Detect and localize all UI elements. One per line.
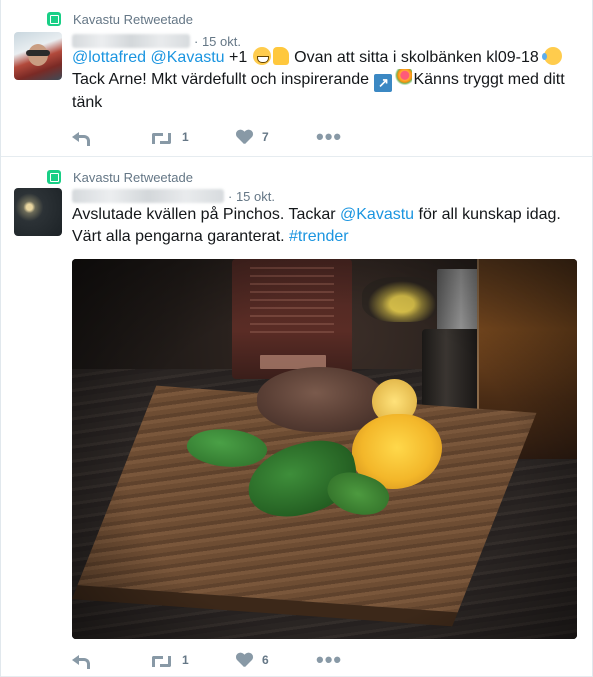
avatar-sunglasses: [26, 50, 50, 56]
more-dots-icon[interactable]: •••: [316, 649, 342, 671]
tweet-text: Avslutade kvällen på Pinchos. Tackar @Ka…: [72, 204, 582, 248]
like-count[interactable]: 6: [262, 653, 270, 667]
heart-icon[interactable]: [236, 653, 252, 667]
tweet-text-part: +1: [224, 49, 252, 66]
like-count[interactable]: 7: [262, 130, 270, 144]
mention-link[interactable]: @lottafred: [72, 49, 146, 66]
tweet[interactable]: Kavastu Retweetade · 15 okt. @lottafred …: [1, 0, 592, 157]
more-dots-icon[interactable]: •••: [316, 126, 342, 148]
reply-icon[interactable]: [72, 130, 90, 146]
bouquet-emoji-icon: [394, 69, 413, 87]
tweet-timeline: Kavastu Retweetade · 15 okt. @lottafred …: [0, 0, 593, 677]
retweet-badge-icon: [47, 170, 61, 184]
tweet-actions: 1 7 •••: [72, 126, 342, 148]
retweet-icon[interactable]: [150, 130, 172, 144]
mention-link[interactable]: @Kavastu: [340, 206, 414, 223]
tweet-text-part: Avslutade kvällen på Pinchos. Tackar: [72, 206, 341, 223]
tweet-header: · 15 okt.: [72, 187, 275, 205]
retweet-icon[interactable]: [150, 653, 172, 667]
retweet-count[interactable]: 1: [182, 653, 190, 667]
tweet-text: @lottafred @Kavastu +1 Ovan att sitta i …: [72, 47, 582, 114]
blurred-username[interactable]: [72, 34, 190, 48]
tweet-actions: 1 6 •••: [72, 649, 342, 671]
retweet-count[interactable]: 1: [182, 130, 190, 144]
retweeted-by-label[interactable]: Kavastu Retweetade: [73, 12, 193, 27]
heart-icon[interactable]: [236, 130, 252, 144]
tweet-date[interactable]: 15 okt.: [236, 189, 275, 204]
tweet-text-part: Tack Arne! Mkt värdefullt och inspireran…: [72, 71, 374, 88]
date-separator: ·: [228, 188, 236, 204]
up-right-arrow-emoji-icon: ↗: [374, 74, 393, 92]
tweet-photo[interactable]: [72, 259, 577, 639]
tweet-text-part: Ovan att sitta i skolbänken kl09-18: [289, 49, 544, 66]
grinning-emoji-icon: [252, 47, 271, 65]
reply-icon[interactable]: [72, 653, 90, 669]
avatar[interactable]: [14, 188, 62, 236]
retweet-context: Kavastu Retweetade: [47, 10, 193, 28]
avatar[interactable]: [14, 32, 62, 80]
retweet-badge-icon: [47, 12, 61, 26]
photo-vignette: [72, 259, 577, 639]
tears-of-joy-emoji-icon: [542, 47, 563, 65]
retweeted-by-label[interactable]: Kavastu Retweetade: [73, 170, 193, 185]
retweet-context: Kavastu Retweetade: [47, 168, 193, 186]
thumbs-up-emoji-icon: [272, 47, 289, 65]
blurred-username[interactable]: [72, 189, 224, 203]
mention-link[interactable]: @Kavastu: [151, 49, 225, 66]
hashtag-link[interactable]: #trender: [289, 228, 349, 245]
